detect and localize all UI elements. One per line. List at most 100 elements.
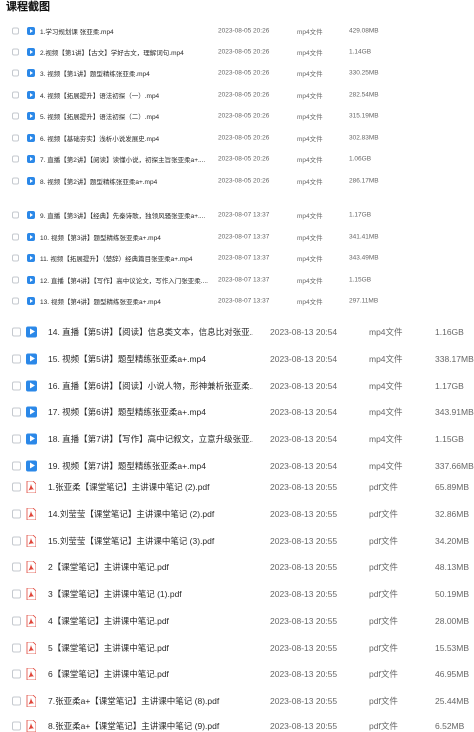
- row-checkbox[interactable]: [12, 155, 19, 162]
- file-row[interactable]: 1.张亚柔【课堂笔记】主讲课中笔记 (2).pdf 2023-08-13 20:5…: [0, 473, 474, 500]
- row-checkbox[interactable]: [12, 211, 19, 218]
- file-row[interactable]: 17. 视频【第6讲】题型精练张亚柔a+.mp4 2023-08-13 20:54…: [0, 398, 474, 425]
- file-row[interactable]: 15.刘莹莹【课堂笔记】主讲课中笔记 (3).pdf 2023-08-13 20:…: [0, 527, 474, 554]
- file-row[interactable]: 2.视频【第1讲】【古文】学好古文，理解词句.mp4 2023-08-05 20:…: [0, 41, 474, 62]
- file-name[interactable]: 7.张亚柔a+【课堂笔记】主讲课中笔记 (8).pdf: [48, 695, 253, 707]
- row-checkbox[interactable]: [12, 233, 19, 240]
- file-name[interactable]: 4【课堂笔记】主讲课中笔记.pdf: [48, 615, 253, 627]
- row-checkbox[interactable]: [12, 381, 21, 390]
- file-name[interactable]: 11. 视频【拓展提升】（楚辞）经典篇目张亚柔a+.mp4: [40, 253, 210, 263]
- file-name[interactable]: 14. 直播【第5讲】【阅读】信息类文本，信息比对张亚...: [48, 326, 253, 338]
- file-name[interactable]: 1.张亚柔【课堂笔记】主讲课中笔记 (2).pdf: [48, 481, 253, 493]
- row-checkbox[interactable]: [12, 177, 19, 184]
- file-row[interactable]: 14.刘莹莹【课堂笔记】主讲课中笔记 (2).pdf 2023-08-13 20:…: [0, 500, 474, 527]
- file-name[interactable]: 13. 视频【第4讲】题型精练张亚柔a+.mp4: [40, 296, 210, 306]
- file-row[interactable]: 7. 直播【第2讲】【阅读】读懂小说，初探主旨张亚柔a+.... 2023-08-…: [0, 148, 474, 169]
- file-row[interactable]: 11. 视频【拓展提升】（楚辞）经典篇目张亚柔a+.mp4 2023-08-07 …: [0, 247, 474, 268]
- file-name[interactable]: 17. 视频【第6讲】题型精练张亚柔a+.mp4: [48, 406, 253, 418]
- file-name[interactable]: 6【课堂笔记】主讲课中笔记.pdf: [48, 668, 253, 680]
- video-icon: [27, 210, 35, 219]
- pdf-icon: [26, 641, 36, 654]
- file-row[interactable]: 16. 直播【第6讲】【阅读】小说人物，形神兼析张亚柔.... 2023-08-1…: [0, 372, 474, 399]
- row-checkbox[interactable]: [12, 643, 21, 652]
- row-checkbox[interactable]: [12, 69, 19, 76]
- file-row[interactable]: 9. 直播【第3讲】【经典】先秦诗歌，独领风骚张亚柔a+.... 2023-08-…: [0, 204, 474, 225]
- file-name[interactable]: 10. 视频【第3讲】题型精练张亚柔a+.mp4: [40, 232, 210, 242]
- row-checkbox[interactable]: [12, 276, 19, 283]
- row-checkbox[interactable]: [12, 112, 19, 119]
- file-name[interactable]: 8. 视频【第2讲】题型精练张亚柔a+.mp4: [40, 176, 210, 186]
- file-row[interactable]: 4【课堂笔记】主讲课中笔记.pdf 2023-08-13 20:55 pdf文件 28…: [0, 607, 474, 634]
- row-checkbox[interactable]: [12, 721, 21, 730]
- row-checkbox[interactable]: [12, 536, 21, 545]
- file-name[interactable]: 16. 直播【第6讲】【阅读】小说人物，形神兼析张亚柔....: [48, 380, 253, 392]
- file-row[interactable]: 2【课堂笔记】主讲课中笔记.pdf 2023-08-13 20:55 pdf文件 48…: [0, 553, 474, 580]
- file-type: pdf文件: [369, 481, 398, 492]
- file-name[interactable]: 19. 视频【第7讲】题型精练张亚柔a+.mp4: [48, 460, 253, 472]
- file-row[interactable]: 13. 视频【第4讲】题型精练张亚柔a+.mp4 2023-08-07 13:37…: [0, 290, 474, 311]
- row-checkbox[interactable]: [12, 562, 21, 571]
- row-checkbox[interactable]: [12, 461, 21, 470]
- file-name[interactable]: 3【课堂笔记】主讲课中笔记 (1).pdf: [48, 588, 253, 600]
- file-name[interactable]: 8.张亚柔a+【课堂笔记】主讲课中笔记 (9).pdf: [48, 720, 253, 732]
- row-checkbox[interactable]: [12, 509, 21, 518]
- file-name[interactable]: 9. 直播【第3讲】【经典】先秦诗歌，独领风骚张亚柔a+....: [40, 210, 210, 220]
- video-icon: [27, 26, 35, 35]
- file-name[interactable]: 14.刘莹莹【课堂笔记】主讲课中笔记 (2).pdf: [48, 508, 253, 520]
- file-row[interactable]: 6【课堂笔记】主讲课中笔记.pdf 2023-08-13 20:55 pdf文件 46…: [0, 660, 474, 687]
- file-size: 48.13MB: [435, 561, 470, 572]
- file-type: mp4文件: [297, 178, 323, 186]
- file-row[interactable]: 15. 视频【第5讲】题型精练张亚柔a+.mp4 2023-08-13 20:54…: [0, 345, 474, 372]
- file-name[interactable]: 5【课堂笔记】主讲课中笔记.pdf: [48, 642, 253, 654]
- row-checkbox[interactable]: [12, 91, 19, 98]
- file-row[interactable]: 8. 视频【第2讲】题型精练张亚柔a+.mp4 2023-08-05 20:26 m…: [0, 170, 474, 191]
- row-checkbox[interactable]: [12, 327, 21, 336]
- file-name[interactable]: 15. 视频【第5讲】题型精练张亚柔a+.mp4: [48, 353, 253, 365]
- file-row[interactable]: 4. 视频【拓展提升】语法初探（一）.mp4 2023-08-05 20:26 mp…: [0, 84, 474, 105]
- row-checkbox[interactable]: [12, 616, 21, 625]
- row-checkbox[interactable]: [12, 482, 21, 491]
- file-row[interactable]: 7.张亚柔a+【课堂笔记】主讲课中笔记 (8).pdf 2023-08-13 20…: [0, 687, 474, 714]
- row-checkbox[interactable]: [12, 297, 19, 304]
- file-name[interactable]: 12. 直播【第4讲】【写作】高中议论文，写作入门张亚柔....: [40, 275, 210, 285]
- file-row[interactable]: 12. 直播【第4讲】【写作】高中议论文，写作入门张亚柔.... 2023-08-…: [0, 269, 474, 290]
- video-icon: [26, 460, 37, 471]
- file-name[interactable]: 6. 视频【基础夯实】浅析小说发展史.mp4: [40, 133, 210, 143]
- file-size: 315.19MB: [349, 112, 379, 119]
- pdf-icon: [26, 480, 36, 493]
- file-row[interactable]: 10. 视频【第3讲】题型精练张亚柔a+.mp4 2023-08-07 13:37…: [0, 226, 474, 247]
- row-checkbox[interactable]: [12, 48, 19, 55]
- file-row[interactable]: 1.学习规划课 张亚柔.mp4 2023-08-05 20:26 mp4文件 429.…: [0, 20, 474, 41]
- file-row[interactable]: 8.张亚柔a+【课堂笔记】主讲课中笔记 (9).pdf 2023-08-13 20…: [0, 712, 474, 732]
- file-row[interactable]: 3【课堂笔记】主讲课中笔记 (1).pdf 2023-08-13 20:55 pdf…: [0, 580, 474, 607]
- file-type: mp4文件: [297, 255, 323, 263]
- row-checkbox[interactable]: [12, 589, 21, 598]
- file-date: 2023-08-13 20:55: [270, 535, 338, 546]
- file-name[interactable]: 15.刘莹莹【课堂笔记】主讲课中笔记 (3).pdf: [48, 535, 253, 547]
- file-name[interactable]: 7. 直播【第2讲】【阅读】读懂小说，初探主旨张亚柔a+....: [40, 154, 210, 164]
- file-row[interactable]: 14. 直播【第5讲】【阅读】信息类文本，信息比对张亚... 2023-08-13…: [0, 318, 474, 345]
- file-row[interactable]: 6. 视频【基础夯实】浅析小说发展史.mp4 2023-08-05 20:26 mp…: [0, 127, 474, 148]
- video-icon: [26, 406, 37, 417]
- file-row[interactable]: 5【课堂笔记】主讲课中笔记.pdf 2023-08-13 20:55 pdf文件 15…: [0, 634, 474, 661]
- row-checkbox[interactable]: [12, 254, 19, 261]
- pdf-icon: [26, 507, 36, 520]
- file-row[interactable]: 5. 视频【拓展提升】语法初探（二）.mp4 2023-08-05 20:26 mp…: [0, 105, 474, 126]
- file-name[interactable]: 2【课堂笔记】主讲课中笔记.pdf: [48, 561, 253, 573]
- file-name[interactable]: 5. 视频【拓展提升】语法初探（二）.mp4: [40, 111, 210, 121]
- file-name[interactable]: 4. 视频【拓展提升】语法初探（一）.mp4: [40, 90, 210, 100]
- row-checkbox[interactable]: [12, 434, 21, 443]
- row-checkbox[interactable]: [12, 696, 21, 705]
- row-checkbox[interactable]: [12, 27, 19, 34]
- file-name[interactable]: 1.学习规划课 张亚柔.mp4: [40, 26, 210, 36]
- row-checkbox[interactable]: [12, 354, 21, 363]
- file-row[interactable]: 18. 直播【第7讲】【写作】高中记叙文，立意升级张亚... 2023-08-13…: [0, 425, 474, 452]
- file-name[interactable]: 3. 视频【第1讲】题型精练张亚柔.mp4: [40, 68, 210, 78]
- row-checkbox[interactable]: [12, 407, 21, 416]
- row-checkbox[interactable]: [12, 669, 21, 678]
- file-row[interactable]: 3. 视频【第1讲】题型精练张亚柔.mp4 2023-08-05 20:26 mp4…: [0, 62, 474, 83]
- file-name[interactable]: 18. 直播【第7讲】【写作】高中记叙文，立意升级张亚...: [48, 433, 253, 445]
- file-name[interactable]: 2.视频【第1讲】【古文】学好古文，理解词句.mp4: [40, 47, 210, 57]
- row-checkbox[interactable]: [12, 134, 19, 141]
- file-date: 2023-08-13 20:54: [270, 433, 338, 444]
